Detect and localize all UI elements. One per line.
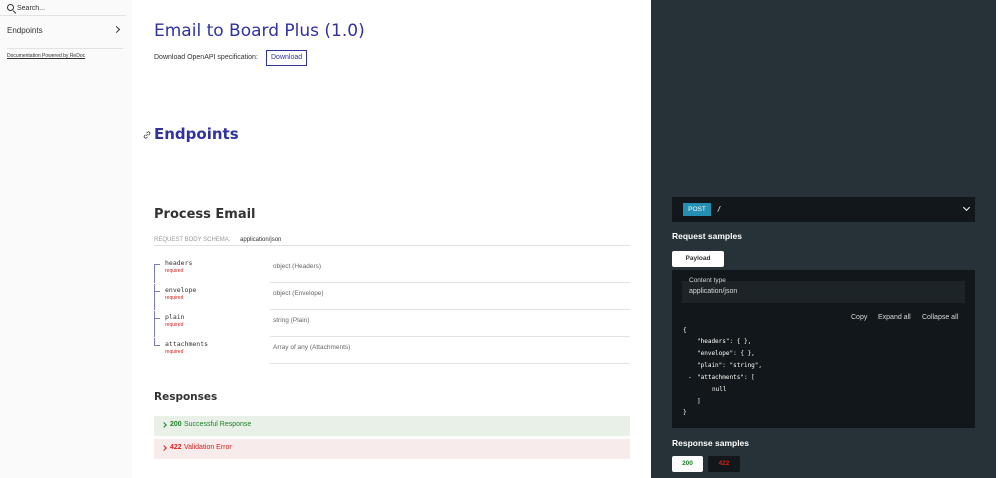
- tree-branch: [154, 264, 160, 265]
- request-body-label: Request Body schema:: [154, 237, 231, 243]
- operation-title: Process Email: [154, 207, 256, 222]
- download-text: Download OpenAPI specification:: [154, 54, 258, 61]
- json-line: null: [712, 386, 727, 393]
- property-name: plain: [165, 313, 185, 321]
- property-row: plain required string (Plain): [154, 311, 630, 337]
- content-type-box: application/json: [682, 281, 965, 303]
- sidebar-item-label: Endpoints: [7, 26, 43, 35]
- json-line: "attachments": [: [697, 374, 755, 381]
- http-method-badge: POST: [683, 203, 711, 216]
- json-line: {: [683, 327, 687, 334]
- request-samples-title: Request samples: [672, 231, 742, 241]
- chevron-right-icon: [161, 422, 167, 428]
- json-line: "envelope": { },: [697, 350, 755, 357]
- json-line: }: [683, 409, 687, 416]
- json-line: "headers": { },: [697, 338, 752, 345]
- tree-line: [154, 264, 155, 283]
- property-name: envelope: [165, 286, 197, 294]
- chevron-right-icon: [161, 445, 167, 451]
- request-body-content-type: application/json: [240, 237, 282, 243]
- search-icon: [7, 4, 14, 11]
- response-code: 200: [170, 421, 182, 428]
- property-type[interactable]: object (Envelope): [273, 290, 324, 297]
- section-title: Endpoints: [154, 125, 239, 143]
- redoc-link[interactable]: Documentation Powered by ReDoc: [7, 53, 85, 59]
- tab-payload[interactable]: Payload: [672, 251, 724, 267]
- response-description: Successful Response: [184, 421, 252, 428]
- property-name: headers: [165, 259, 193, 267]
- tree-line: [154, 284, 155, 310]
- property-type: string (Plain): [273, 317, 310, 324]
- tab-response-422[interactable]: 422: [708, 456, 740, 472]
- page-title: Email to Board Plus (1.0): [154, 21, 365, 41]
- response-description: Validation Error: [184, 444, 232, 451]
- response-200-row[interactable]: 200 Successful Response: [154, 416, 630, 436]
- required-label: required: [165, 322, 184, 328]
- content-type-value: application/json: [689, 288, 738, 295]
- divider: [270, 363, 630, 364]
- search-input[interactable]: [17, 3, 117, 14]
- chevron-right-icon: [112, 25, 121, 34]
- response-code: 422: [170, 444, 182, 451]
- json-line: "plain": "string",: [697, 362, 763, 369]
- sidebar-divider: [7, 48, 123, 49]
- tree-branch: [154, 345, 160, 346]
- sidebar: Endpoints Documentation Powered by ReDoc: [0, 0, 132, 478]
- required-label: required: [165, 295, 184, 301]
- endpoint-toggle[interactable]: POST /: [672, 197, 975, 222]
- property-row: attachments required Array of any (Attac…: [154, 338, 630, 364]
- json-line: ]: [697, 398, 701, 405]
- chevron-down-icon: [962, 203, 971, 212]
- collapse-all-button[interactable]: Collapse all: [922, 314, 958, 321]
- property-type: Array of any (Attachments): [273, 344, 351, 351]
- content-type-label: Content type: [689, 277, 726, 284]
- search-bar: [0, 0, 126, 16]
- json-collapse-toggle[interactable]: -: [688, 374, 692, 381]
- property-name: attachments: [165, 340, 209, 348]
- required-label: required: [165, 349, 184, 355]
- responses-title: Responses: [154, 391, 218, 403]
- request-sample-box: application/json Content type Copy Expan…: [672, 270, 975, 428]
- response-samples-title: Response samples: [672, 438, 750, 448]
- copy-button[interactable]: Copy: [851, 314, 867, 321]
- divider: [270, 282, 630, 283]
- download-button[interactable]: Download: [266, 50, 308, 66]
- property-row: headers required object (Headers): [154, 257, 630, 283]
- divider: [270, 309, 630, 310]
- tab-response-200[interactable]: 200: [672, 456, 703, 472]
- response-422-row[interactable]: 422 Validation Error: [154, 439, 630, 459]
- required-label: required: [165, 268, 184, 274]
- tree-branch: [154, 291, 160, 292]
- endpoint-path: /: [717, 205, 722, 213]
- property-type[interactable]: object (Headers): [273, 263, 321, 270]
- request-body-header: Request Body schema: application/json: [154, 236, 630, 246]
- link-icon[interactable]: [143, 131, 151, 139]
- tree-branch: [154, 318, 160, 319]
- tree-line: [154, 311, 155, 337]
- expand-all-button[interactable]: Expand all: [878, 314, 911, 321]
- property-row: envelope required object (Envelope): [154, 284, 630, 310]
- divider: [270, 336, 630, 337]
- sidebar-item-endpoints[interactable]: Endpoints: [0, 23, 126, 39]
